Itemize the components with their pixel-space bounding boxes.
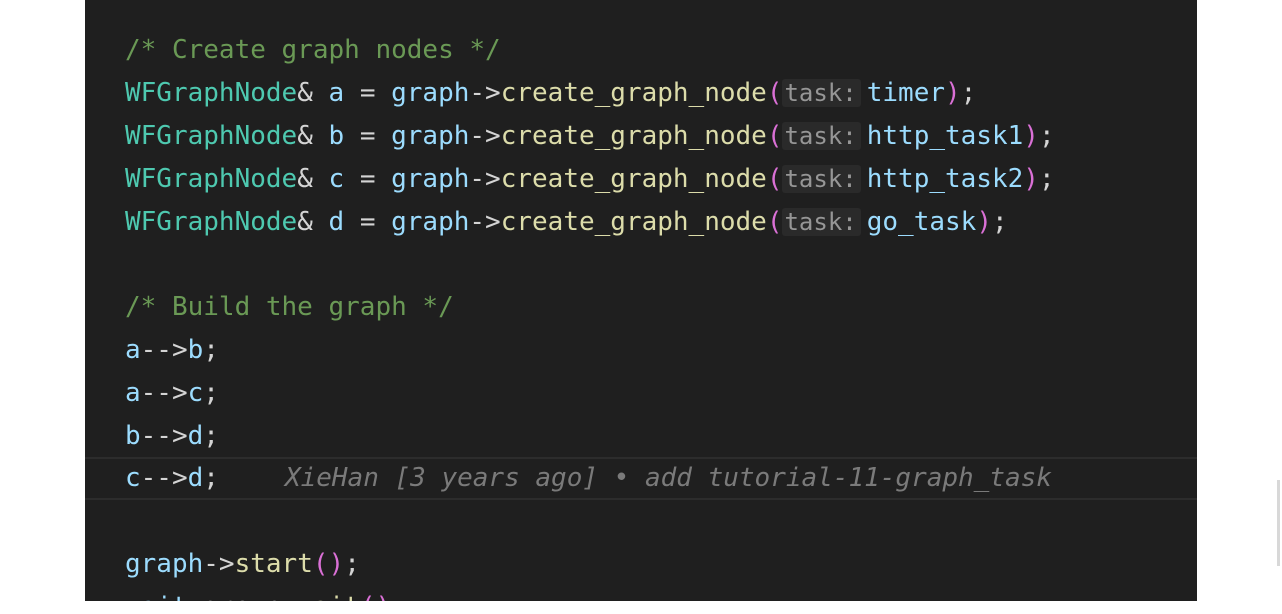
edge-operator: --> <box>140 335 188 365</box>
assign-operator: = <box>359 164 376 194</box>
code-line-edge: a-->b; <box>85 329 1197 372</box>
edge-from: a <box>125 378 141 408</box>
open-paren: ( <box>766 121 783 151</box>
close-paren: ) <box>1023 121 1039 151</box>
reference-amp: & <box>297 121 313 151</box>
close-paren: ) <box>976 207 992 237</box>
edge-operator: --> <box>140 463 188 493</box>
argument-name: http_task2 <box>866 164 1024 194</box>
type-name: WFGraphNode <box>125 207 298 237</box>
arrow-operator: -> <box>469 121 501 151</box>
edge-from: a <box>125 335 141 365</box>
edge-to: d <box>187 463 204 493</box>
argument-name: timer <box>866 78 946 108</box>
code-line-node-b: WFGraphNode& b = graph->create_graph_nod… <box>85 115 1197 158</box>
call-parens: () <box>312 549 345 579</box>
edge-to: d <box>187 421 204 451</box>
assign-operator: = <box>359 207 376 237</box>
object-name: graph <box>391 164 470 194</box>
code-line-node-d: WFGraphNode& d = graph->create_graph_nod… <box>85 201 1197 244</box>
git-blame-annotation[interactable]: XieHan [3 years ago] • add tutorial-11-g… <box>285 463 1052 493</box>
semicolon: ; <box>344 549 360 579</box>
edge-operator: --> <box>140 378 188 408</box>
function-name: wait <box>297 592 360 601</box>
arrow-operator: -> <box>469 164 501 194</box>
arrow-operator: -> <box>469 78 501 108</box>
close-paren: ) <box>945 78 961 108</box>
assign-operator: = <box>359 78 376 108</box>
function-name: start <box>234 549 313 579</box>
semicolon: ; <box>960 78 977 108</box>
object-name: wait <box>125 592 188 601</box>
reference-amp: & <box>297 164 313 194</box>
code-line-node-a: WFGraphNode& a = graph->create_graph_nod… <box>85 72 1197 115</box>
inlay-hint: task: <box>782 165 861 193</box>
edge-from: b <box>125 421 141 451</box>
edge-to: c <box>187 378 204 408</box>
open-paren: ( <box>766 207 783 237</box>
code-line-edge: b-->d; <box>85 415 1197 458</box>
comment-build-graph: /* Build the graph */ <box>125 292 454 322</box>
semicolon: ; <box>203 378 219 408</box>
call-parens: () <box>360 592 391 601</box>
type-name: WFGraphNode <box>125 78 298 108</box>
function-name: create_graph_node <box>500 164 767 194</box>
code-line-current[interactable]: c-->d; XieHan [3 years ago] • add tutoria… <box>85 457 1197 500</box>
variable-name: d <box>328 207 345 237</box>
object-name: graph <box>391 78 470 108</box>
object-name: graph <box>391 207 470 237</box>
code-line-partial: wait_group.wait(); <box>85 586 1197 601</box>
edge-to: b <box>187 335 204 365</box>
type-name: WFGraphNode <box>125 164 298 194</box>
function-name: create_graph_node <box>500 78 767 108</box>
code-line-edge: a-->c; <box>85 372 1197 415</box>
variable-name: a <box>328 78 345 108</box>
open-paren: ( <box>766 164 783 194</box>
reference-amp: & <box>297 207 313 237</box>
semicolon: ; <box>391 592 407 601</box>
inlay-hint: task: <box>782 79 861 107</box>
inlay-hint: task: <box>782 208 861 236</box>
function-name: create_graph_node <box>500 207 767 237</box>
semicolon: ; <box>203 335 219 365</box>
arrow-operator: -> <box>469 207 501 237</box>
comment-create-nodes: /* Create graph nodes */ <box>125 35 501 65</box>
inlay-hint: task: <box>782 122 861 150</box>
edge-operator: --> <box>140 421 188 451</box>
semicolon: ; <box>1038 121 1055 151</box>
code-editor[interactable]: /* Create graph nodes */ WFGraphNode& a … <box>85 0 1197 601</box>
reference-amp: & <box>297 78 313 108</box>
semicolon: ; <box>1038 164 1055 194</box>
code-line-comment-nodes: /* Create graph nodes */ <box>85 29 1197 72</box>
arrow-operator: -> <box>203 549 235 579</box>
code-line-start: graph->start(); <box>85 543 1197 586</box>
code-line-comment-build: /* Build the graph */ <box>85 286 1197 329</box>
variable-name: c <box>328 164 345 194</box>
close-paren: ) <box>1023 164 1039 194</box>
argument-name: http_task1 <box>866 121 1024 151</box>
type-name: WFGraphNode <box>125 121 298 151</box>
argument-name: go_task <box>866 207 977 237</box>
assign-operator: = <box>359 121 376 151</box>
member-access: _group. <box>188 592 298 601</box>
edge-from: c <box>125 463 141 493</box>
semicolon: ; <box>203 421 219 451</box>
object-name: graph <box>125 549 204 579</box>
variable-name: b <box>328 121 345 151</box>
object-name: graph <box>391 121 470 151</box>
semicolon: ; <box>203 463 219 493</box>
code-line-node-c: WFGraphNode& c = graph->create_graph_nod… <box>85 158 1197 201</box>
open-paren: ( <box>766 78 783 108</box>
scrollbar-edge[interactable] <box>1277 480 1280 566</box>
semicolon: ; <box>991 207 1008 237</box>
function-name: create_graph_node <box>500 121 767 151</box>
